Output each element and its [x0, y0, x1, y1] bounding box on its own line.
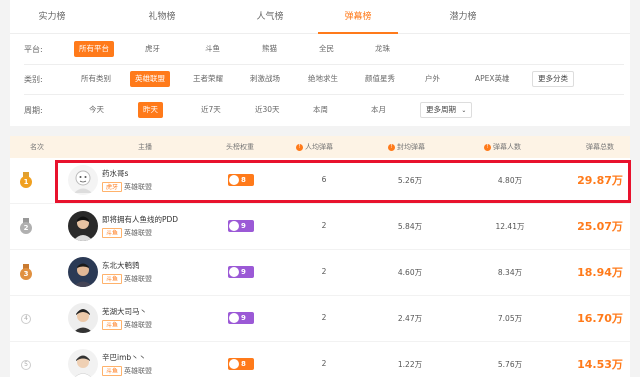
more-periods-button[interactable]: 更多周期 ⌄ — [420, 102, 473, 118]
category-text: 英雄联盟 — [124, 321, 152, 329]
platform-tag: 斗鱼 — [102, 274, 123, 284]
table-row[interactable]: 5 辛巴imb丶丶 斗鱼 英雄联盟 8 2 1.22万 5.76万 14.53万 — [10, 342, 630, 377]
total-value: 16.70万 — [577, 312, 623, 325]
ranking-tabs: 实力榜 礼物榜 人气榜 弹幕榜 潜力榜 — [10, 0, 630, 34]
table-row[interactable]: 3 东北大鹌鹑 斗鱼 英雄联盟 9 2 4.60万 8.34万 18.94万 — [10, 250, 630, 296]
header-users: ! 弹幕人数 — [484, 136, 521, 158]
category-text: 英雄联盟 — [124, 275, 152, 283]
info-icon[interactable]: ! — [484, 144, 491, 151]
header-eps: ! 封均弹幕 — [388, 136, 425, 158]
category-filter-label: 类别: — [24, 75, 43, 84]
total-value: 25.07万 — [577, 220, 623, 233]
tab-strength[interactable]: 实力榜 — [22, 0, 82, 34]
header-rank: 名次 — [30, 143, 44, 151]
category-pubg-mobile[interactable]: 刺激战场 — [245, 71, 285, 87]
info-icon[interactable]: ! — [388, 144, 395, 151]
streamer-name[interactable]: 东北大鹌鹑 — [102, 260, 140, 271]
category-pubg[interactable]: 绝地求生 — [303, 71, 343, 87]
category-honor-of-kings[interactable]: 王者荣耀 — [188, 71, 228, 87]
per-person-value: 2 — [321, 221, 327, 230]
header-weight: 头榜权重 — [226, 143, 254, 151]
per-person-value: 2 — [321, 359, 327, 368]
period-filter-label: 周期: — [24, 106, 43, 115]
highlight-box — [55, 160, 631, 203]
info-icon[interactable]: ! — [296, 144, 303, 151]
silver-medal-icon: 2 — [20, 218, 32, 234]
streamer-name[interactable]: 辛巴imb丶丶 — [102, 352, 146, 363]
eps-value: 5.84万 — [397, 222, 423, 231]
platform-tag: 斗鱼 — [102, 228, 123, 238]
weight-badge: 9 — [228, 220, 254, 232]
category-text: 英雄联盟 — [124, 367, 152, 375]
users-value: 5.76万 — [497, 360, 523, 369]
weight-badge: 9 — [228, 266, 254, 278]
more-categories-button[interactable]: 更多分类 — [532, 71, 574, 87]
weight-icon — [229, 359, 239, 369]
category-showcase[interactable]: 颜值星秀 — [360, 71, 400, 87]
platform-quanmin[interactable]: 全民 — [314, 41, 339, 57]
weight-badge: 9 — [228, 312, 254, 324]
weight-badge: 8 — [228, 358, 254, 370]
streamer-name[interactable]: 即将拥有人鱼线的PDD — [102, 214, 178, 225]
table-header: 名次 主播 头榜权重 ! 人均弹幕 ! 封均弹幕 ! 弹幕人数 弹幕总数 — [10, 136, 630, 158]
per-person-value: 2 — [321, 267, 327, 276]
period-7days[interactable]: 近7天 — [196, 102, 226, 118]
table-row[interactable]: 4 芜湖大司马丶 斗鱼 英雄联盟 9 2 2.47万 7.05万 16.70万 — [10, 296, 630, 342]
total-value: 14.53万 — [577, 358, 623, 371]
rank-number: 4 — [21, 314, 31, 324]
platform-all[interactable]: 所有平台 — [74, 41, 114, 57]
gold-medal-icon: 1 — [20, 172, 32, 188]
more-periods-label: 更多周期 — [426, 105, 456, 114]
platform-huya[interactable]: 虎牙 — [140, 41, 165, 57]
filter-divider — [24, 94, 624, 95]
header-per-person: ! 人均弹幕 — [296, 136, 333, 158]
weight-icon — [229, 313, 239, 323]
platform-tag: 斗鱼 — [102, 320, 123, 330]
header-total: 弹幕总数 — [586, 143, 614, 151]
period-30days[interactable]: 近30天 — [250, 102, 285, 118]
header-streamer: 主播 — [138, 143, 152, 151]
avatar[interactable] — [68, 257, 98, 287]
avatar[interactable] — [68, 303, 98, 333]
avatar[interactable] — [68, 211, 98, 241]
tab-gift[interactable]: 礼物榜 — [132, 0, 192, 34]
users-value: 12.41万 — [495, 222, 525, 231]
category-lol[interactable]: 英雄联盟 — [130, 71, 170, 87]
eps-value: 4.60万 — [397, 268, 423, 277]
rank-number: 5 — [21, 360, 31, 370]
per-person-value: 2 — [321, 313, 327, 322]
category-apex[interactable]: APEX英雄 — [470, 71, 515, 87]
period-today[interactable]: 今天 — [84, 102, 109, 118]
category-outdoor[interactable]: 户外 — [420, 71, 445, 87]
category-text: 英雄联盟 — [124, 229, 152, 237]
platform-filter-label: 平台: — [24, 45, 43, 54]
tab-danmaku[interactable]: 弹幕榜 — [318, 0, 398, 34]
table-row[interactable]: 2 即将拥有人鱼线的PDD 斗鱼 英雄联盟 9 2 5.84万 12.41万 2… — [10, 204, 630, 250]
period-this-month[interactable]: 本月 — [366, 102, 391, 118]
platform-douyu[interactable]: 斗鱼 — [200, 41, 225, 57]
weight-icon — [229, 267, 239, 277]
total-value: 18.94万 — [577, 266, 623, 279]
filter-panel: 平台: 所有平台 虎牙 斗鱼 熊猫 全民 龙珠 类别: 所有类别 英雄联盟 王者… — [10, 34, 630, 126]
users-value: 8.34万 — [497, 268, 523, 277]
platform-longzhu[interactable]: 龙珠 — [370, 41, 395, 57]
avatar[interactable] — [68, 349, 98, 377]
period-this-week[interactable]: 本周 — [308, 102, 333, 118]
users-value: 7.05万 — [497, 314, 523, 323]
streamer-name[interactable]: 芜湖大司马丶 — [102, 306, 147, 317]
period-yesterday[interactable]: 昨天 — [138, 102, 163, 118]
category-all[interactable]: 所有类别 — [76, 71, 116, 87]
weight-icon — [229, 221, 239, 231]
tab-popularity[interactable]: 人气榜 — [240, 0, 300, 34]
platform-tag: 斗鱼 — [102, 366, 123, 376]
filter-divider — [24, 64, 624, 65]
platform-panda[interactable]: 熊猫 — [257, 41, 282, 57]
eps-value: 1.22万 — [397, 360, 423, 369]
tab-potential[interactable]: 潜力榜 — [433, 0, 493, 34]
bronze-medal-icon: 3 — [20, 264, 32, 280]
chevron-down-icon: ⌄ — [461, 107, 467, 114]
eps-value: 2.47万 — [397, 314, 423, 323]
